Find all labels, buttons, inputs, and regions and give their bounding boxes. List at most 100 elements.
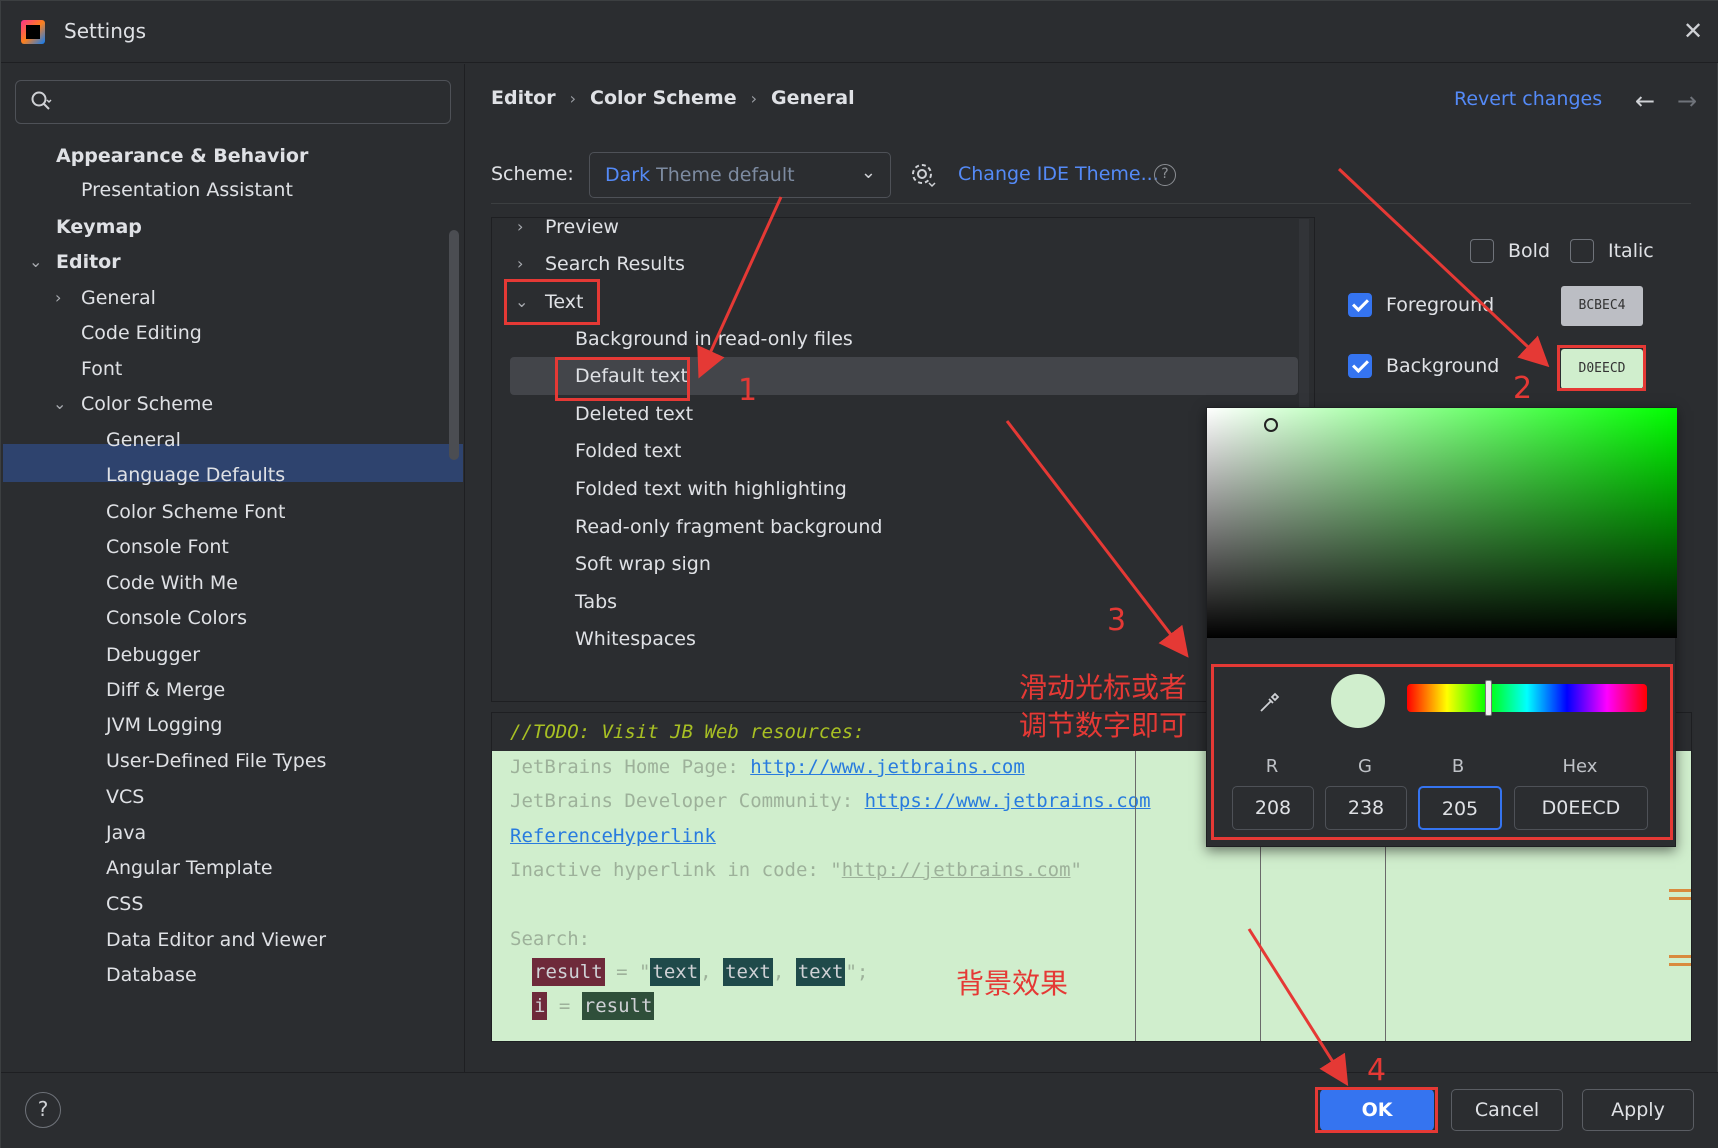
sidebar-item-console-colors[interactable]: Console Colors: [106, 600, 247, 636]
preview-todo: //TODO: Visit JB Web resources:: [510, 721, 865, 743]
annotation-box-ok: [1315, 1087, 1438, 1133]
sidebar-item-color-scheme-general[interactable]: General: [106, 422, 181, 458]
sidebar-item-database[interactable]: Database: [106, 957, 197, 993]
option-folded-text-highlighting[interactable]: Folded text with highlighting: [575, 471, 847, 507]
chevron-right-icon[interactable]: ›: [517, 246, 533, 282]
option-soft-wrap-sign[interactable]: Soft wrap sign: [575, 546, 711, 582]
cancel-button[interactable]: Cancel: [1451, 1089, 1563, 1131]
option-preview[interactable]: Preview: [545, 209, 619, 245]
sidebar-item-jvm-logging[interactable]: JVM Logging: [106, 707, 222, 743]
gutter-marker: [1669, 963, 1691, 966]
sidebar-item-color-scheme-font[interactable]: Color Scheme Font: [106, 494, 286, 530]
option-whitespaces[interactable]: Whitespaces: [575, 621, 696, 657]
background-label: Background: [1386, 355, 1500, 377]
annotation-box-color-controls: [1211, 664, 1673, 840]
scheme-value: Dark Theme default: [605, 164, 795, 186]
chevron-right-icon[interactable]: ›: [53, 280, 73, 316]
option-read-only-fragment[interactable]: Read-only fragment background: [575, 509, 883, 545]
sidebar-item-debugger[interactable]: Debugger: [106, 637, 200, 673]
preview-line: JetBrains Home Page: http://www.jetbrain…: [510, 756, 1025, 778]
sidebar-item-angular-template[interactable]: Angular Template: [106, 850, 273, 886]
search-icon: [31, 91, 52, 110]
search-input[interactable]: [15, 80, 451, 124]
breadcrumb-item: General: [771, 87, 855, 109]
sidebar-item-presentation-assistant[interactable]: Presentation Assistant: [81, 172, 293, 208]
help-icon[interactable]: ?: [1154, 164, 1176, 186]
sidebar-item-general[interactable]: General: [81, 280, 156, 316]
option-tabs[interactable]: Tabs: [575, 584, 617, 620]
sidebar-scrollbar[interactable]: [449, 230, 459, 460]
settings-window: Settings ✕ Appearance & Behavior Present…: [0, 0, 1718, 1148]
preview-link[interactable]: ReferenceHyperlink: [510, 825, 716, 847]
scheme-dropdown[interactable]: Dark Theme default ⌄: [589, 152, 891, 198]
sidebar-item-vcs[interactable]: VCS: [106, 779, 144, 815]
background-checkbox[interactable]: [1348, 354, 1372, 378]
bold-label: Bold: [1508, 240, 1550, 262]
apply-button[interactable]: Apply: [1582, 1089, 1694, 1131]
preview-line: i = result: [532, 992, 655, 1020]
sidebar-item-data-editor-viewer[interactable]: Data Editor and Viewer: [106, 922, 326, 958]
chevron-down-icon[interactable]: ⌄: [25, 244, 55, 280]
preview-link[interactable]: http://www.jetbrains.com: [750, 756, 1025, 778]
divider: [491, 203, 1691, 204]
revert-changes-link[interactable]: Revert changes: [1454, 88, 1602, 110]
annotation-number: 1: [738, 373, 758, 408]
change-ide-theme-link[interactable]: Change IDE Theme...: [958, 163, 1159, 185]
gutter-marker: [1669, 889, 1691, 892]
bold-checkbox[interactable]: [1470, 239, 1494, 263]
sidebar-item-editor[interactable]: Editor: [56, 244, 121, 280]
annotation-number: 4: [1367, 1053, 1387, 1088]
close-icon[interactable]: ✕: [1683, 19, 1703, 43]
preview-line: JetBrains Developer Community: https://w…: [510, 790, 1151, 812]
annotation-number: 3: [1107, 603, 1127, 638]
chevron-right-icon[interactable]: ›: [517, 209, 533, 245]
settings-sidebar: Appearance & Behavior Presentation Assis…: [1, 64, 465, 1072]
preview-link[interactable]: https://www.jetbrains.com: [865, 790, 1151, 812]
annotation-box-background-swatch: [1557, 345, 1646, 391]
option-search-results[interactable]: Search Results: [545, 246, 685, 282]
preview-line: ReferenceHyperlink: [510, 825, 716, 847]
foreground-color-swatch[interactable]: BCBEC4: [1561, 286, 1643, 326]
preview-line: result = " text, text, text ";: [532, 958, 868, 986]
saturation-knob[interactable]: [1264, 418, 1278, 432]
breadcrumb-separator-icon: ›: [750, 89, 758, 108]
option-folded-text[interactable]: Folded text: [575, 433, 682, 469]
italic-checkbox[interactable]: [1570, 239, 1594, 263]
sidebar-item-java[interactable]: Java: [106, 815, 146, 851]
help-button[interactable]: ?: [25, 1092, 61, 1128]
saturation-value-area[interactable]: [1207, 408, 1677, 638]
breadcrumb-item[interactable]: Editor: [491, 87, 556, 109]
sidebar-item-user-defined-file-types[interactable]: User-Defined File Types: [106, 743, 326, 779]
annotation-box-default-text: [555, 357, 690, 401]
sidebar-item-diff-merge[interactable]: Diff & Merge: [106, 672, 225, 708]
annotation-note: 背景效果: [956, 967, 1069, 1000]
preview-search-label: Search:: [510, 928, 591, 950]
option-background-read-only[interactable]: Background in read-only files: [575, 321, 853, 357]
sidebar-item-keymap[interactable]: Keymap: [56, 209, 142, 245]
sidebar-item-code-editing[interactable]: Code Editing: [81, 315, 202, 351]
sidebar-item-language-defaults[interactable]: Language Defaults: [106, 457, 285, 493]
sidebar-item-font[interactable]: Font: [81, 351, 122, 387]
preview-line: Inactive hyperlink in code: "http://jetb…: [510, 859, 1082, 881]
annotation-note: 调节数字即可: [1019, 709, 1188, 742]
sidebar-item-code-with-me[interactable]: Code With Me: [106, 565, 238, 601]
sidebar-item-color-scheme[interactable]: Color Scheme: [81, 386, 213, 422]
forward-arrow-icon[interactable]: →: [1677, 87, 1697, 115]
sidebar-item-console-font[interactable]: Console Font: [106, 529, 229, 565]
foreground-checkbox[interactable]: [1348, 293, 1372, 317]
window-title: Settings: [64, 19, 147, 43]
sidebar-item-css[interactable]: CSS: [106, 886, 143, 922]
annotation-box-text: [504, 279, 600, 325]
chevron-down-icon: ⌄: [860, 162, 876, 183]
back-arrow-icon[interactable]: ←: [1635, 87, 1655, 115]
scheme-label: Scheme:: [491, 163, 574, 185]
chevron-down-icon[interactable]: ⌄: [49, 386, 73, 422]
app-logo-icon: [21, 20, 45, 44]
option-deleted-text[interactable]: Deleted text: [575, 396, 693, 432]
bottom-bar: ? OK Cancel Apply: [1, 1072, 1718, 1148]
foreground-label: Foreground: [1386, 294, 1495, 316]
gear-icon[interactable]: [909, 161, 937, 189]
breadcrumb-item[interactable]: Color Scheme: [590, 87, 737, 109]
title-bar: Settings ✕: [1, 1, 1718, 63]
sidebar-item-appearance[interactable]: Appearance & Behavior: [56, 138, 308, 174]
